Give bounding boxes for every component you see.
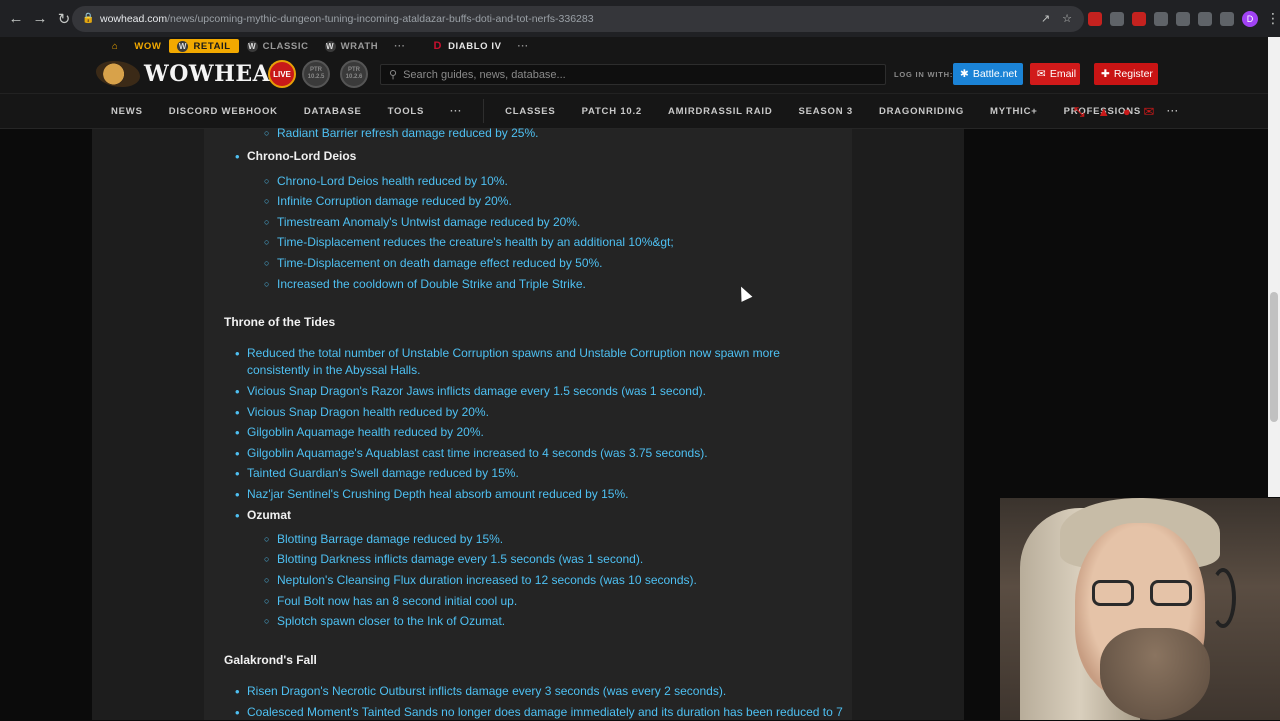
extension-icon[interactable] <box>1154 11 1168 26</box>
nav-mythic-plus[interactable]: MYTHIC+ <box>977 106 1051 117</box>
list-item[interactable]: Reduced the total number of Unstable Cor… <box>235 345 837 379</box>
globe-icon[interactable]: ● <box>1123 104 1132 120</box>
nav-database[interactable]: DATABASE <box>291 106 375 117</box>
mail-icon: ✉ <box>1037 68 1046 80</box>
list-item[interactable]: Risen Dragon's Necrotic Outburst inflict… <box>235 683 837 700</box>
puzzle-icon[interactable] <box>1176 11 1190 26</box>
login-label: LOG IN WITH: <box>894 70 954 79</box>
list-item[interactable]: Neptulon's Cleansing Flux duration incre… <box>264 572 697 589</box>
register-button[interactable]: ✚ Register <box>1094 63 1158 85</box>
reading-list-icon[interactable] <box>1198 11 1212 26</box>
site-header: WOWHEAD LIVE PTR10.2.5 PTR10.2.6 ⚲ LOG I… <box>0 55 1280 93</box>
address-bar[interactable]: 🔒 wowhead.com/news/upcoming-mythic-dunge… <box>72 6 1084 32</box>
list-item[interactable]: Blotting Barrage damage reduced by 15%. <box>264 531 503 548</box>
nav-more[interactable]: ··· <box>437 106 475 117</box>
search-icon: ⚲ <box>389 69 398 81</box>
more-games-button[interactable]: ··· <box>386 37 413 55</box>
classic-tab[interactable]: W CLASSIC <box>239 37 317 55</box>
mail-icon[interactable]: ✉ <box>1144 104 1156 120</box>
side-panel-icon[interactable] <box>1220 11 1234 26</box>
profile-avatar[interactable]: D <box>1242 10 1258 27</box>
ptr-badge[interactable]: PTR 10.2.6 <box>340 60 368 88</box>
wow-logo-icon: W <box>177 40 189 52</box>
scrollbar-thumb[interactable] <box>1270 292 1278 422</box>
webcam-overlay <box>1000 498 1280 720</box>
list-item[interactable]: Coalesced Moment's Tainted Sands no long… <box>235 704 843 721</box>
battlenet-icon: ✱ <box>960 68 969 80</box>
extension-icon[interactable] <box>1110 11 1124 26</box>
list-item[interactable]: Timestream Anomaly's Untwist damage redu… <box>264 214 580 231</box>
email-login-button[interactable]: ✉ Email <box>1030 63 1080 85</box>
main-nav: NEWS DISCORD WEBHOOK DATABASE TOOLS ··· … <box>0 93 1280 129</box>
more-games-button[interactable]: ··· <box>510 37 537 55</box>
search-input[interactable] <box>403 68 864 81</box>
game-switcher-bar: ⌂ WOW W RETAIL W CLASSIC W WRATH ··· D DIABL… <box>0 37 1280 55</box>
wow-logo-icon: W <box>324 40 336 52</box>
share-icon[interactable]: ↗ <box>1041 12 1050 25</box>
nav-divider <box>483 99 485 123</box>
list-item[interactable]: Increased the cooldown of Double Strike … <box>264 276 586 293</box>
list-item[interactable]: Time-Displacement reduces the creature's… <box>264 234 674 251</box>
browser-toolbar: ← → ↻ 🔒 wowhead.com/news/upcoming-mythic… <box>0 0 1280 37</box>
url-text: wowhead.com/news/upcoming-mythic-dungeon… <box>100 13 594 25</box>
notification-bell-icon[interactable]: ▲ <box>1097 104 1111 120</box>
ptr-badge[interactable]: PTR 10.2.5 <box>302 60 330 88</box>
nav-more[interactable]: ··· <box>1154 106 1192 117</box>
list-item[interactable]: Blotting Darkness inflicts damage every … <box>264 551 643 568</box>
kebab-menu-icon[interactable]: ⋮ <box>1266 10 1280 27</box>
list-item[interactable]: Radiant Barrier refresh damage reduced b… <box>264 125 539 142</box>
webcam-person-glasses <box>1092 580 1202 606</box>
diablo-logo-icon: D <box>433 40 443 52</box>
lock-icon: 🔒 <box>82 13 95 24</box>
reload-icon[interactable]: ↻ <box>54 9 74 29</box>
wow-link[interactable]: WOW <box>126 37 169 55</box>
list-item[interactable]: Naz'jar Sentinel's Crushing Depth heal a… <box>235 486 837 503</box>
nav-raid[interactable]: AMIRDRASSIL RAID <box>655 106 785 117</box>
extension-icon[interactable] <box>1132 11 1146 26</box>
diablo-tab[interactable]: D DIABLO IV <box>426 37 510 55</box>
list-item[interactable]: Tainted Guardian's Swell damage reduced … <box>235 465 837 482</box>
wrath-tab[interactable]: W WRATH <box>317 37 387 55</box>
wow-logo-icon: W <box>246 40 258 52</box>
list-item[interactable]: Infinite Corruption damage reduced by 20… <box>264 193 512 210</box>
home-icon[interactable]: ⌂ <box>104 37 126 55</box>
bookmark-star-icon[interactable]: ☆ <box>1062 12 1072 25</box>
webcam-person-beard <box>1100 628 1210 720</box>
boss-heading: Chrono-Lord Deios <box>235 149 356 164</box>
list-item[interactable]: Foul Bolt now has an 8 second initial co… <box>264 593 517 610</box>
live-badge[interactable]: LIVE <box>268 60 296 88</box>
list-item[interactable]: Gilgoblin Aquamage's Aquablast cast time… <box>235 445 837 462</box>
list-item[interactable]: Vicious Snap Dragon health reduced by 20… <box>235 404 837 421</box>
list-item[interactable]: Vicious Snap Dragon's Razor Jaws inflict… <box>235 383 837 400</box>
forward-icon[interactable]: → <box>30 9 50 29</box>
nav-dragonriding[interactable]: DRAGONRIDING <box>866 106 977 117</box>
list-item[interactable]: Chrono-Lord Deios health reduced by 10%. <box>264 173 508 190</box>
user-plus-icon: ✚ <box>1101 68 1110 80</box>
section-heading: Throne of the Tides <box>224 315 336 329</box>
list-item[interactable]: Splotch spawn closer to the Ink of Ozuma… <box>264 613 505 630</box>
expand-icon[interactable]: ⤡ <box>1074 104 1085 120</box>
boss-heading: Ozumat <box>235 508 291 523</box>
nav-tools[interactable]: TOOLS <box>375 106 438 117</box>
headphone-icon <box>1210 568 1236 628</box>
wowhead-logo[interactable]: WOWHEAD <box>96 61 290 87</box>
battlenet-login-button[interactable]: ✱ Battle.net <box>953 63 1023 85</box>
page-scrollbar[interactable] <box>1268 37 1280 497</box>
search-bar[interactable]: ⚲ <box>380 64 886 85</box>
list-item[interactable]: Time-Displacement on death damage effect… <box>264 255 603 272</box>
back-icon[interactable]: ← <box>6 9 26 29</box>
nav-discord-webhook[interactable]: DISCORD WEBHOOK <box>156 106 291 117</box>
list-item[interactable]: Gilgoblin Aquamage health reduced by 20%… <box>235 424 837 441</box>
owl-logo-icon <box>96 61 140 87</box>
nav-news[interactable]: NEWS <box>98 106 156 117</box>
nav-season[interactable]: SEASON 3 <box>785 106 865 117</box>
nav-patch[interactable]: PATCH 10.2 <box>569 106 655 117</box>
extension-icon[interactable] <box>1088 11 1102 26</box>
retail-tab[interactable]: W RETAIL <box>169 39 239 53</box>
section-heading: Galakrond's Fall <box>224 653 317 667</box>
nav-classes[interactable]: CLASSES <box>492 106 568 117</box>
